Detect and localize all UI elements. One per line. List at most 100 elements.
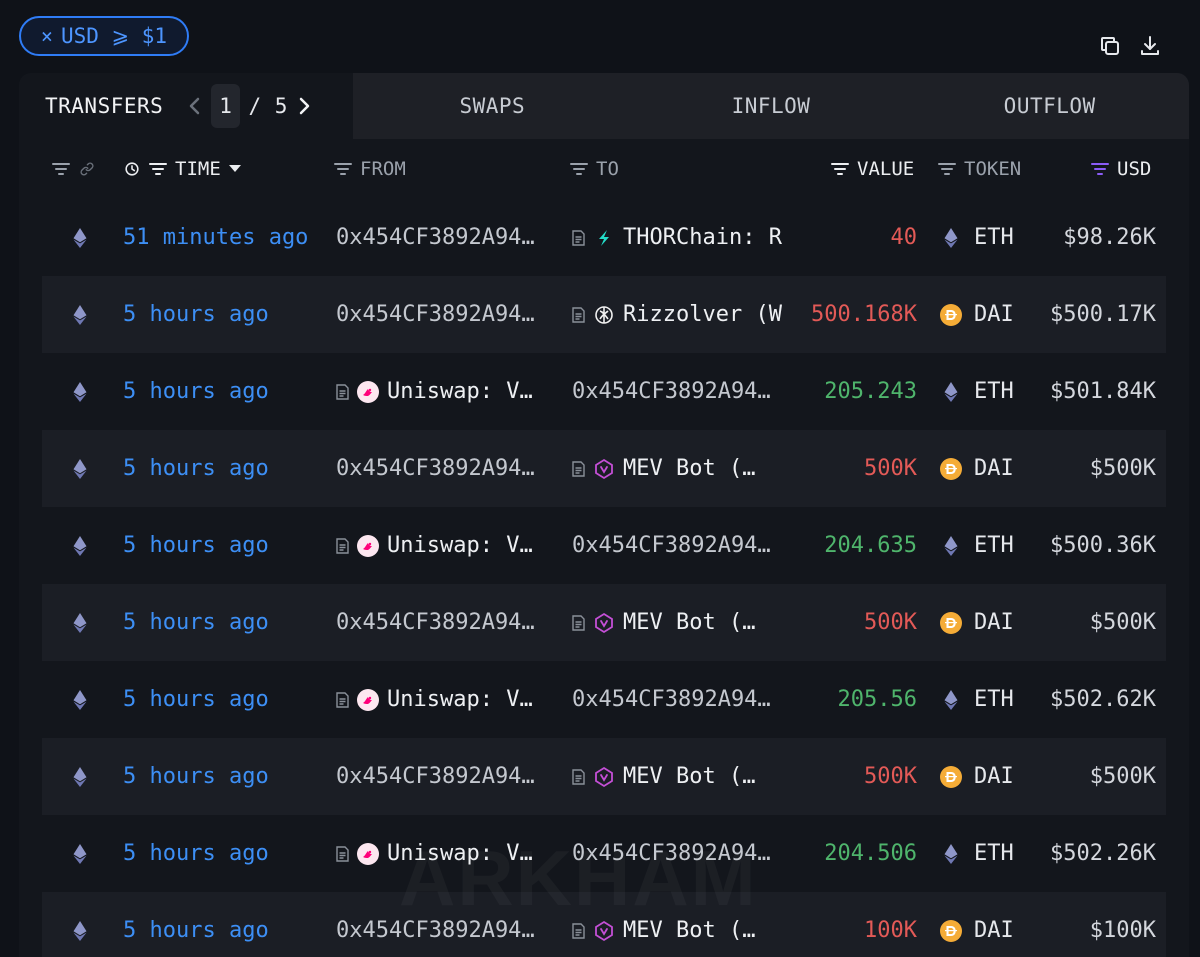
from-cell[interactable]: 0x454CF3892A94… xyxy=(336,276,546,353)
to-cell[interactable]: MEV Bot (… xyxy=(572,738,787,815)
to-cell[interactable]: 0x454CF3892A94… xyxy=(572,353,787,430)
time-cell[interactable]: 5 hours ago xyxy=(123,738,333,815)
entity-name[interactable]: Rizzolver (W xyxy=(623,302,782,327)
time-header-label: TIME xyxy=(175,158,221,180)
to-column-header[interactable]: TO xyxy=(570,139,619,199)
entity-name[interactable]: Uniswap: V… xyxy=(387,687,533,712)
time-cell[interactable]: 5 hours ago xyxy=(123,276,333,353)
usd-filter-chip[interactable]: × USD ⩾ $1 xyxy=(19,16,189,56)
token-cell[interactable]: DAI xyxy=(940,892,1030,957)
from-cell[interactable]: 0x454CF3892A94… xyxy=(336,584,546,661)
time-cell[interactable]: 5 hours ago xyxy=(123,507,333,584)
table-row[interactable]: 5 hours ago 0x454CF3892A94… Rizzolver (W 50… xyxy=(42,276,1166,353)
table-row[interactable]: 5 hours ago Uniswap: V… 0x454CF3892A94… 205… xyxy=(42,661,1166,738)
eth-icon xyxy=(940,689,962,711)
entity-name[interactable]: MEV Bot (… xyxy=(623,456,755,481)
address[interactable]: 0x454CF3892A94… xyxy=(336,764,541,789)
time-cell[interactable]: 5 hours ago xyxy=(123,892,333,957)
filter-icon[interactable] xyxy=(334,162,352,176)
entity-name[interactable]: Uniswap: V… xyxy=(387,533,533,558)
close-icon[interactable]: × xyxy=(41,24,53,48)
contract-icon xyxy=(336,383,349,400)
contract-icon xyxy=(572,922,585,939)
from-cell[interactable]: Uniswap: V… xyxy=(336,661,546,738)
filter-icon[interactable] xyxy=(831,162,849,176)
time-cell[interactable]: 5 hours ago xyxy=(123,584,333,661)
value-cell: 204.506 xyxy=(824,841,917,866)
token-cell[interactable]: DAI xyxy=(940,738,1030,815)
copy-icon[interactable] xyxy=(1098,34,1122,58)
filter-icon[interactable] xyxy=(149,162,167,176)
filter-icon[interactable] xyxy=(570,162,588,176)
filter-active-icon[interactable] xyxy=(1091,162,1109,176)
time-cell[interactable]: 5 hours ago xyxy=(123,430,333,507)
tab-transfers[interactable]: TRANSFERS 1 / 5 xyxy=(19,73,353,139)
value-cell: 40 xyxy=(890,225,918,250)
tab-inflow[interactable]: INFLOW xyxy=(631,73,911,139)
to-cell[interactable]: MEV Bot (… xyxy=(572,430,787,507)
entity-name[interactable]: Uniswap: V… xyxy=(387,379,533,404)
entity-name[interactable]: MEV Bot (… xyxy=(623,764,755,789)
usd-cell: $500.36K xyxy=(1050,533,1156,558)
from-cell[interactable]: Uniswap: V… xyxy=(336,353,546,430)
token-symbol: DAI xyxy=(974,610,1014,635)
token-cell[interactable]: DAI xyxy=(940,584,1030,661)
chain-filter[interactable] xyxy=(52,139,96,199)
address[interactable]: 0x454CF3892A94… xyxy=(336,610,541,635)
time-column-header[interactable]: TIME xyxy=(123,139,241,199)
address[interactable]: 0x454CF3892A94… xyxy=(336,225,541,250)
entity-name[interactable]: THORChain: R xyxy=(623,225,782,250)
to-cell[interactable]: THORChain: R xyxy=(572,199,787,276)
address[interactable]: 0x454CF3892A94… xyxy=(572,533,777,558)
entity-name[interactable]: MEV Bot (… xyxy=(623,610,755,635)
time-cell[interactable]: 5 hours ago xyxy=(123,661,333,738)
table-row[interactable]: 5 hours ago Uniswap: V… 0x454CF3892A94… 204… xyxy=(42,507,1166,584)
table-row[interactable]: 5 hours ago 0x454CF3892A94… MEV Bot (… 500K… xyxy=(42,430,1166,507)
sort-desc-icon[interactable] xyxy=(228,165,241,173)
eth-icon xyxy=(68,199,92,276)
address[interactable]: 0x454CF3892A94… xyxy=(336,456,541,481)
token-cell[interactable]: ETH xyxy=(940,507,1030,584)
eth-icon xyxy=(68,815,92,892)
token-column-header[interactable]: TOKEN xyxy=(938,139,1021,199)
usd-column-header[interactable]: USD xyxy=(1091,139,1151,199)
chevron-left-icon[interactable] xyxy=(187,95,203,117)
contract-icon xyxy=(572,768,585,785)
filter-icon[interactable] xyxy=(938,162,956,176)
from-cell[interactable]: 0x454CF3892A94… xyxy=(336,738,546,815)
from-cell[interactable]: 0x454CF3892A94… xyxy=(336,430,546,507)
to-cell[interactable]: 0x454CF3892A94… xyxy=(572,661,787,738)
link-icon[interactable] xyxy=(78,162,96,176)
table-row[interactable]: 5 hours ago 0x454CF3892A94… MEV Bot (… 500K… xyxy=(42,738,1166,815)
from-cell[interactable]: Uniswap: V… xyxy=(336,507,546,584)
address[interactable]: 0x454CF3892A94… xyxy=(336,302,541,327)
address[interactable]: 0x454CF3892A94… xyxy=(572,687,777,712)
from-cell[interactable]: 0x454CF3892A94… xyxy=(336,199,546,276)
to-cell[interactable]: 0x454CF3892A94… xyxy=(572,507,787,584)
table-row[interactable]: 51 minutes ago 0x454CF3892A94… THORChain: … xyxy=(42,199,1166,276)
filter-icon[interactable] xyxy=(52,162,70,176)
uniswap-icon xyxy=(357,380,379,403)
token-cell[interactable]: ETH xyxy=(940,815,1030,892)
table-row[interactable]: 5 hours ago 0x454CF3892A94… MEV Bot (… 500K… xyxy=(42,584,1166,661)
token-cell[interactable]: ETH xyxy=(940,661,1030,738)
to-cell[interactable]: Rizzolver (W xyxy=(572,276,787,353)
time-cell[interactable]: 5 hours ago xyxy=(123,815,333,892)
token-cell[interactable]: ETH xyxy=(940,353,1030,430)
chevron-right-icon[interactable] xyxy=(296,95,312,117)
tab-outflow[interactable]: OUTFLOW xyxy=(910,73,1189,139)
token-cell[interactable]: DAI xyxy=(940,276,1030,353)
address[interactable]: 0x454CF3892A94… xyxy=(572,379,777,404)
time-cell[interactable]: 51 minutes ago xyxy=(123,199,333,276)
mev-bot-icon xyxy=(593,458,615,480)
from-column-header[interactable]: FROM xyxy=(334,139,406,199)
download-icon[interactable] xyxy=(1138,34,1162,58)
table-row[interactable]: 5 hours ago Uniswap: V… 0x454CF3892A94… 205… xyxy=(42,353,1166,430)
time-cell[interactable]: 5 hours ago xyxy=(123,353,333,430)
current-page[interactable]: 1 xyxy=(211,84,241,128)
to-cell[interactable]: MEV Bot (… xyxy=(572,584,787,661)
value-column-header[interactable]: VALUE xyxy=(831,139,914,199)
tab-swaps[interactable]: SWAPS xyxy=(353,73,632,139)
token-cell[interactable]: ETH xyxy=(940,199,1030,276)
token-cell[interactable]: DAI xyxy=(940,430,1030,507)
